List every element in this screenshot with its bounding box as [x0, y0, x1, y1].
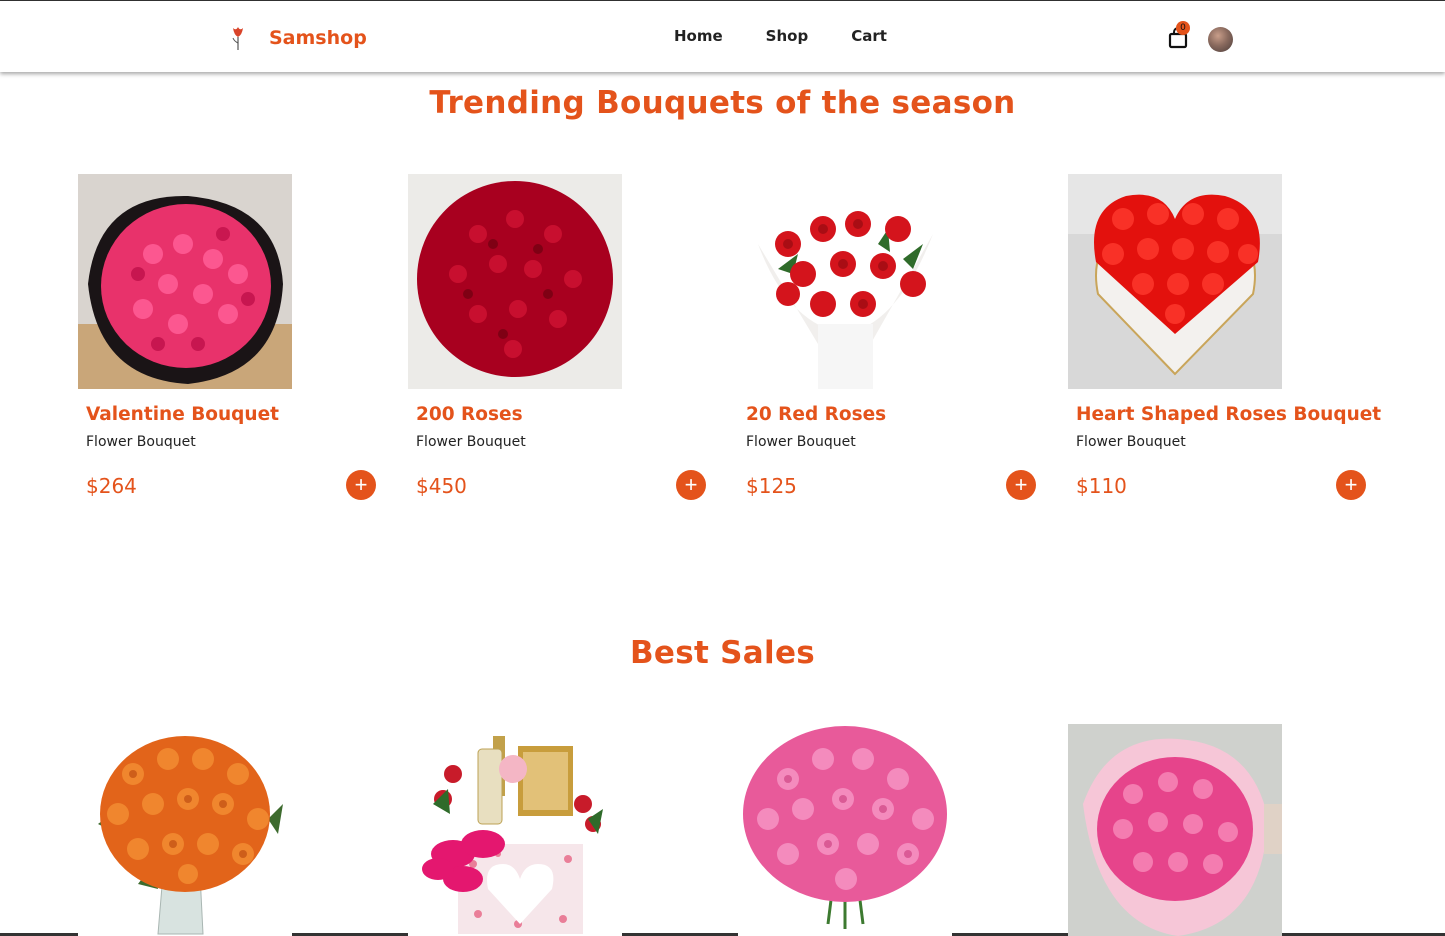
best-sales-image-orange-roses[interactable] [78, 724, 292, 936]
product-image-heart-shaped-roses-bouquet[interactable] [1068, 174, 1282, 389]
product-image-200-roses[interactable] [408, 174, 622, 389]
product-name: Heart Shaped Roses Bouquet [1076, 404, 1382, 425]
product-price: $125 [746, 474, 797, 498]
navbar: Samshop Home Shop Cart 0 [0, 1, 1445, 72]
product-category: Flower Bouquet [1076, 434, 1186, 450]
product-card: Valentine Bouquet Flower Bouquet $264 + [78, 174, 378, 514]
product-category: Flower Bouquet [86, 434, 196, 450]
product-category: Flower Bouquet [416, 434, 526, 450]
product-card: 200 Roses Flower Bouquet $450 + [408, 174, 708, 514]
cart-count-badge: 0 [1176, 21, 1190, 35]
nav-shop[interactable]: Shop [766, 27, 809, 45]
product-image-20-red-roses[interactable] [738, 174, 952, 389]
product-price: $110 [1076, 474, 1127, 498]
best-sales-image-gift-basket[interactable] [408, 724, 622, 936]
tulip-logo-icon [232, 27, 243, 50]
nav-home[interactable]: Home [674, 27, 723, 45]
add-to-cart-button[interactable]: + [346, 470, 376, 500]
product-name: Valentine Bouquet [86, 404, 279, 425]
logo[interactable]: Samshop [230, 25, 367, 51]
add-to-cart-button[interactable]: + [676, 470, 706, 500]
best-sales-image-pink-bouquet[interactable] [1068, 724, 1282, 936]
product-price: $450 [416, 474, 467, 498]
product-card: Heart Shaped Roses Bouquet Flower Bouque… [1068, 174, 1381, 514]
user-avatar[interactable] [1208, 27, 1233, 52]
trending-title: Trending Bouquets of the season [429, 85, 1016, 121]
product-image-valentine-bouquet[interactable] [78, 174, 292, 389]
best-sales-image-pink-roses[interactable] [738, 724, 952, 936]
product-card: 20 Red Roses Flower Bouquet $125 + [738, 174, 1038, 514]
product-category: Flower Bouquet [746, 434, 856, 450]
main-nav: Home Shop Cart [674, 27, 887, 45]
add-to-cart-button[interactable]: + [1336, 470, 1366, 500]
best-sales-title: Best Sales [629, 635, 816, 671]
product-price: $264 [86, 474, 137, 498]
brand-name: Samshop [269, 27, 367, 49]
product-name: 20 Red Roses [746, 404, 887, 425]
add-to-cart-button[interactable]: + [1006, 470, 1036, 500]
nav-cart[interactable]: Cart [851, 27, 887, 45]
product-name: 200 Roses [416, 404, 523, 425]
